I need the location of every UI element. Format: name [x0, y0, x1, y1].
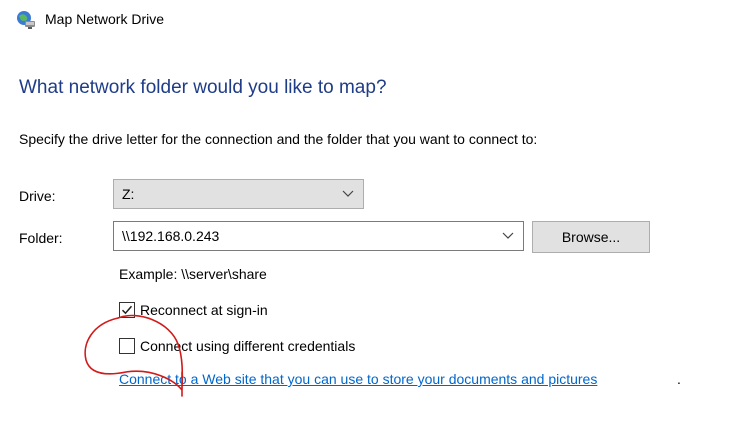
drive-select-value: Z: — [122, 186, 135, 202]
credentials-label[interactable]: Connect using different credentials — [140, 337, 355, 355]
chevron-down-icon[interactable] — [493, 222, 523, 250]
page-heading: What network folder would you like to ma… — [19, 77, 387, 98]
folder-label: Folder: — [19, 230, 63, 246]
credentials-checkbox[interactable] — [119, 338, 135, 354]
example-text: Example: \\server\share — [119, 266, 267, 282]
instruction-text: Specify the drive letter for the connect… — [19, 131, 538, 147]
folder-input[interactable]: \\192.168.0.243 — [113, 221, 524, 251]
map-network-drive-dialog: Map Network Drive What network folder wo… — [0, 0, 729, 428]
chevron-down-icon[interactable] — [333, 180, 363, 208]
reconnect-checkbox[interactable] — [119, 302, 135, 318]
web-site-link[interactable]: Connect to a Web site that you can use t… — [119, 370, 597, 388]
drive-label: Drive: — [19, 188, 56, 204]
drive-select[interactable]: Z: — [113, 179, 364, 209]
folder-input-value: \\192.168.0.243 — [122, 228, 220, 244]
link-suffix: . — [677, 371, 681, 387]
browse-button[interactable]: Browse... — [532, 221, 650, 253]
window-title: Map Network Drive — [45, 11, 165, 27]
checkmark-icon — [121, 305, 133, 315]
reconnect-label[interactable]: Reconnect at sign-in — [140, 301, 268, 319]
network-drive-icon — [17, 11, 35, 29]
